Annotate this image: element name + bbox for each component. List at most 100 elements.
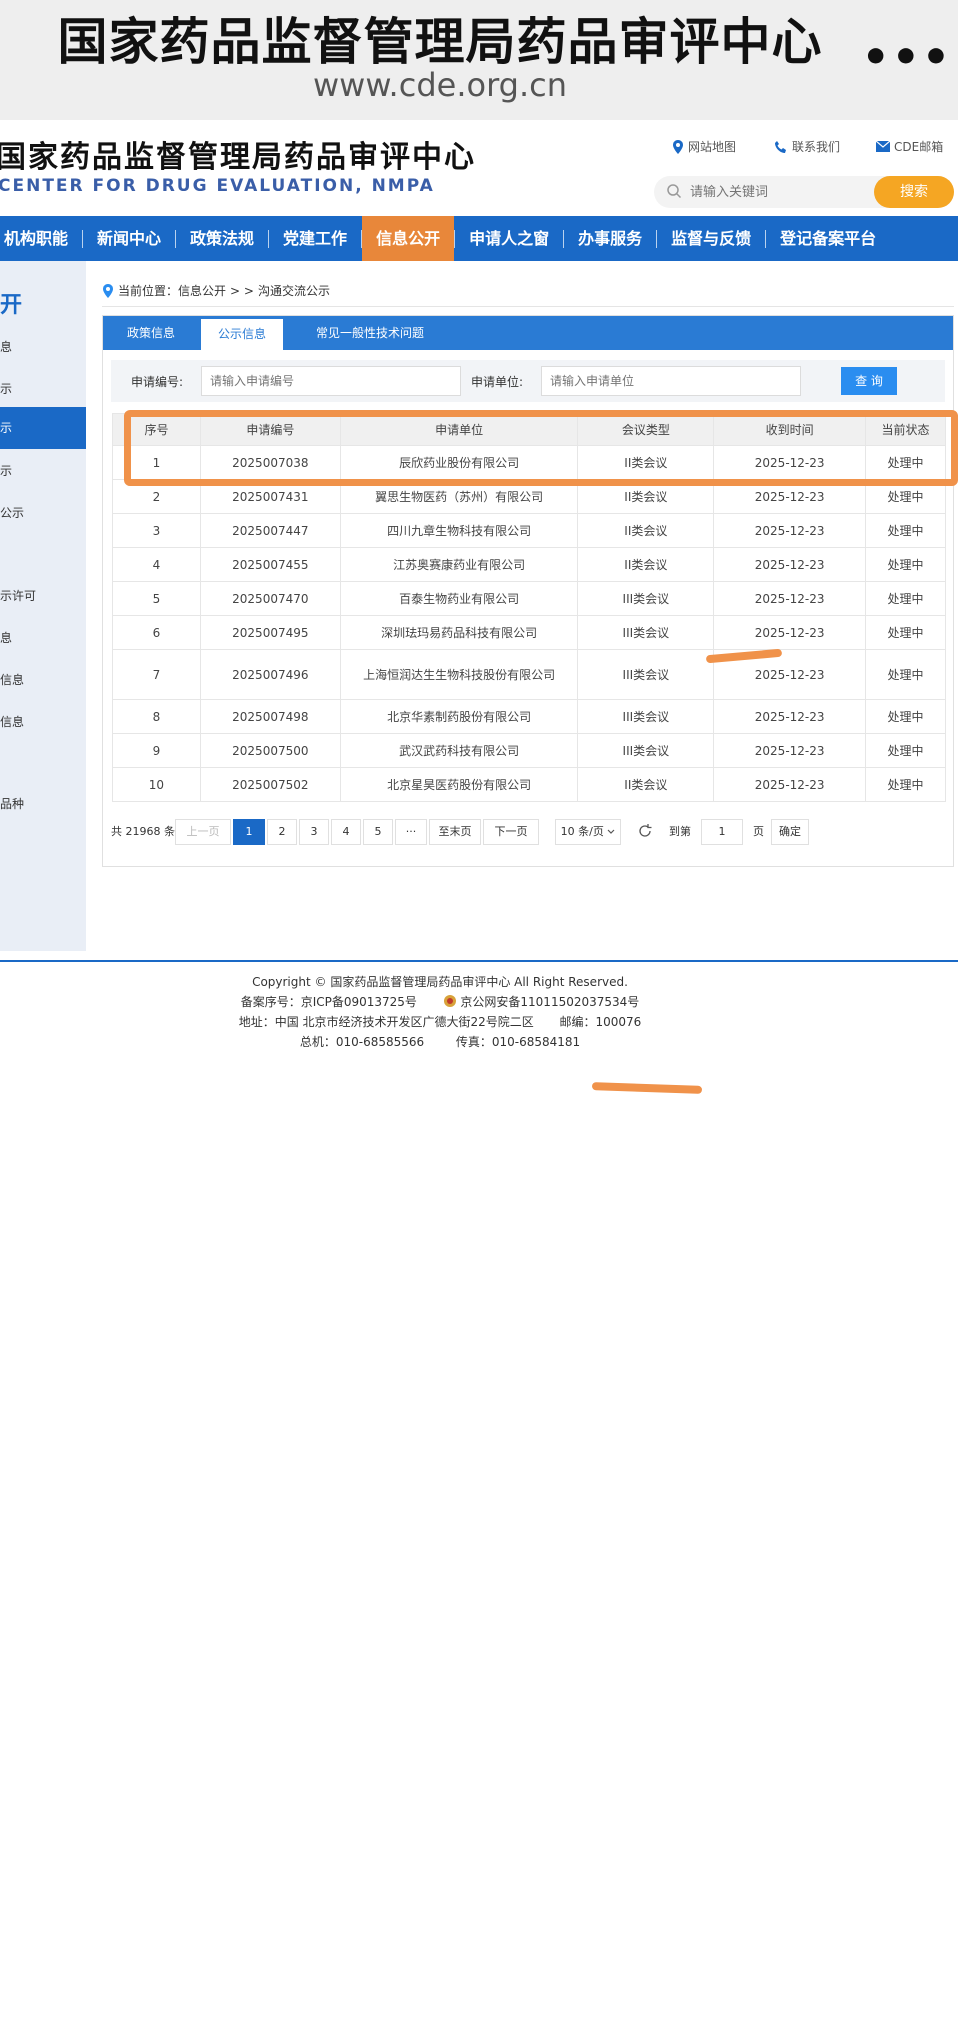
cell-status: 处理中 — [865, 767, 946, 802]
table-row[interactable]: 4 2025007455 江苏奥赛康药业有限公司 II类会议 2025-12-2… — [112, 547, 946, 582]
page-2-button[interactable]: 2 — [267, 819, 297, 845]
nav-item-info-public[interactable]: 信息公开 — [362, 216, 455, 261]
tab-bar: 政策信息 公示信息 常见一般性技术问题 — [103, 316, 953, 350]
cell-meeting-type: II类会议 — [577, 547, 715, 582]
sidebar-title: 开 — [0, 293, 23, 318]
sidebar-item[interactable]: 息 — [0, 326, 86, 368]
cell-app-no: 2025007431 — [199, 479, 341, 514]
unit-label: 申请单位: — [471, 375, 524, 389]
sidebar-item[interactable]: 公示 — [0, 492, 86, 534]
page-5-button[interactable]: 5 — [363, 819, 393, 845]
cell-index: 10 — [112, 767, 201, 802]
annotation-scribble — [591, 1082, 703, 1094]
col-header-unit: 申请单位 — [339, 413, 579, 446]
confirm-button[interactable]: 确定 — [771, 819, 809, 845]
cell-status: 处理中 — [865, 445, 946, 480]
sitemap-label: 网站地图 — [688, 140, 737, 154]
table-row[interactable]: 2 2025007431 翼思生物医药（苏州）有限公司 II类会议 2025-1… — [112, 479, 946, 514]
cell-app-no: 2025007447 — [199, 513, 341, 548]
cell-app-no: 2025007498 — [199, 699, 341, 734]
nav-item-services[interactable]: 办事服务 — [564, 216, 656, 261]
sidebar-item[interactable]: 信息 — [0, 659, 86, 701]
cell-unit: 四川九章生物科技有限公司 — [339, 513, 579, 548]
next-page-button[interactable]: 下一页 — [483, 819, 539, 845]
nav-item-registration[interactable]: 登记备案平台 — [766, 216, 890, 261]
cell-index: 3 — [112, 513, 201, 548]
app-no-input[interactable] — [201, 366, 461, 396]
page-1-button[interactable]: 1 — [233, 819, 265, 845]
page-3-button[interactable]: 3 — [299, 819, 329, 845]
cell-app-no: 2025007495 — [199, 615, 341, 650]
sidebar-item[interactable]: 示 — [0, 450, 86, 492]
search-button[interactable]: 搜索 — [874, 176, 954, 208]
sidebar-item[interactable]: 信息 — [0, 701, 86, 743]
contact-link[interactable]: 联系我们 — [774, 138, 840, 155]
refresh-icon[interactable] — [637, 823, 653, 839]
results-table: 序号 申请编号 申请单位 会议类型 收到时间 当前状态 1 2025007038… — [112, 413, 946, 802]
sidebar-item[interactable]: 息 — [0, 617, 86, 659]
site-name-en: CENTER FOR DRUG EVALUATION, NMPA — [0, 176, 435, 196]
sidebar-item-active[interactable]: 示 — [0, 407, 86, 449]
table-row[interactable]: 5 2025007470 百泰生物药业有限公司 III类会议 2025-12-2… — [112, 581, 946, 616]
goto-page-input[interactable]: 1 — [701, 819, 743, 845]
footer: Copyright © 国家药品监督管理局药品审评中心 All Right Re… — [0, 972, 880, 1052]
table-row[interactable]: 8 2025007498 北京华素制药股份有限公司 III类会议 2025-12… — [112, 699, 946, 734]
table-row[interactable]: 10 2025007502 北京星昊医药股份有限公司 II类会议 2025-12… — [112, 767, 946, 802]
nav-item-applicant[interactable]: 申请人之窗 — [455, 216, 563, 261]
table-row[interactable]: 1 2025007038 辰欣药业股份有限公司 II类会议 2025-12-23… — [112, 445, 946, 480]
page-4-button[interactable]: 4 — [331, 819, 361, 845]
cell-received: 2025-12-23 — [713, 513, 867, 548]
tab-policy-info[interactable]: 政策信息 — [107, 316, 195, 350]
last-page-button[interactable]: 至末页 — [429, 819, 481, 845]
chevron-down-icon — [607, 829, 615, 834]
location-pin-icon — [103, 283, 113, 298]
table-row[interactable]: 3 2025007447 四川九章生物科技有限公司 II类会议 2025-12-… — [112, 513, 946, 548]
table-row[interactable]: 6 2025007495 深圳珐玛易药品科技有限公司 III类会议 2025-1… — [112, 615, 946, 650]
table-row[interactable]: 9 2025007500 武汉武药科技有限公司 III类会议 2025-12-2… — [112, 733, 946, 768]
more-options-icon[interactable]: ••• — [862, 32, 952, 83]
cell-status: 处理中 — [865, 581, 946, 616]
cell-index: 9 — [112, 733, 201, 768]
police-record[interactable]: 京公网安备11011502037534号 — [460, 995, 639, 1009]
sidebar-item[interactable] — [0, 534, 86, 576]
cell-app-no: 2025007500 — [199, 733, 341, 768]
nav-item-news[interactable]: 新闻中心 — [83, 216, 175, 261]
cell-meeting-type: III类会议 — [577, 733, 715, 768]
police-badge-icon — [443, 995, 456, 1007]
sidebar-item[interactable]: 示许可 — [0, 575, 86, 617]
sitemap-link[interactable]: 网站地图 — [672, 138, 736, 155]
sidebar-item[interactable] — [0, 743, 86, 785]
search-input[interactable] — [690, 180, 870, 204]
top-banner: 国家药品监督管理局药品审评中心 www.cde.org.cn ••• — [0, 0, 958, 120]
nav-item-org[interactable]: 机构职能 — [0, 216, 82, 261]
icp-record[interactable]: 备案序号：京ICP备09013725号 — [241, 995, 417, 1009]
table-row[interactable]: 7 2025007496 上海恒润达生生物科技股份有限公司 III类会议 202… — [112, 649, 946, 700]
tab-common-questions[interactable]: 常见一般性技术问题 — [289, 316, 451, 350]
table-header-row: 序号 申请编号 申请单位 会议类型 收到时间 当前状态 — [112, 413, 946, 446]
cell-index: 6 — [112, 615, 201, 650]
nav-item-supervision[interactable]: 监督与反馈 — [657, 216, 765, 261]
app-no-label: 申请编号: — [131, 375, 184, 389]
cell-meeting-type: II类会议 — [577, 513, 715, 548]
cell-meeting-type: II类会议 — [577, 445, 715, 480]
page-size-select[interactable]: 10 条/页 — [555, 819, 621, 845]
nav-item-party[interactable]: 党建工作 — [269, 216, 361, 261]
sidebar-item[interactable]: 品种 — [0, 783, 86, 825]
tab-public-info[interactable]: 公示信息 — [201, 319, 283, 350]
breadcrumb-label[interactable]: 当前位置：信息公开 — [118, 282, 226, 299]
cell-received: 2025-12-23 — [713, 615, 867, 650]
unit-input[interactable] — [541, 366, 801, 396]
col-header-meeting-type: 会议类型 — [577, 413, 715, 446]
query-button[interactable]: 查 询 — [841, 367, 897, 395]
banner-url[interactable]: www.cde.org.cn — [0, 66, 880, 104]
nav-item-policy[interactable]: 政策法规 — [176, 216, 268, 261]
prev-page-button[interactable]: 上一页 — [175, 819, 231, 845]
site-name-cn[interactable]: 国家药品监督管理局药品审评中心 — [0, 132, 476, 176]
breadcrumb: 当前位置：信息公开 > > 沟通交流公示 — [102, 282, 330, 299]
mail-link[interactable]: CDE邮箱 — [876, 138, 943, 155]
sidebar-item[interactable]: 示 — [0, 368, 86, 410]
cell-unit: 上海恒润达生生物科技股份有限公司 — [339, 649, 579, 700]
footer-postcode: 邮编：100076 — [559, 1015, 642, 1029]
page-size-value: 10 条/页 — [560, 825, 604, 838]
page-ellipsis[interactable]: ··· — [395, 819, 427, 845]
